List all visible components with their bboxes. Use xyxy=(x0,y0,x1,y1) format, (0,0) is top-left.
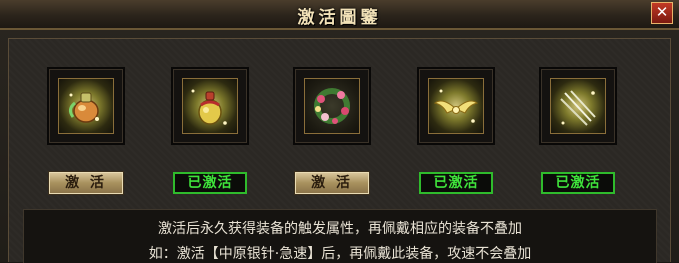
gold-flask-icon xyxy=(191,89,227,125)
item-frame xyxy=(550,78,606,134)
activate-button-1[interactable]: 激 活 xyxy=(49,172,123,194)
item-slot-3[interactable] xyxy=(293,67,371,145)
item-frame xyxy=(182,78,238,134)
activated-badge-2: 已激活 xyxy=(173,172,247,194)
description-box: 激活后永久获得装备的触发属性，再佩戴相应的装备不叠加 如：激活【中原银针·急速】… xyxy=(23,209,657,263)
window-title: 激活圖鑒 xyxy=(297,8,382,28)
potion-bottle-icon xyxy=(68,92,99,123)
codex-activation-window: 激活圖鑒 ✕ 激 活 已激活 激 活 已激活 已激活 激活后永久获得装备的触发属… xyxy=(0,0,679,263)
item-slot-1[interactable] xyxy=(47,67,125,145)
item-frame xyxy=(428,78,484,134)
flower-wreath-icon xyxy=(314,88,350,124)
description-line-2: 如：激活【中原银针·急速】后，再佩戴此装备，攻速不会叠加 xyxy=(148,246,532,262)
item-frame xyxy=(304,78,360,134)
activated-badge-5: 已激活 xyxy=(541,172,615,194)
activated-badge-4: 已激活 xyxy=(419,172,493,194)
title-bar: 激活圖鑒 ✕ xyxy=(0,0,679,30)
golden-wings-icon xyxy=(433,89,479,123)
item-slot-4[interactable] xyxy=(417,67,495,145)
silver-needles-icon xyxy=(560,90,596,126)
activate-button-3[interactable]: 激 活 xyxy=(295,172,369,194)
item-slot-2[interactable] xyxy=(171,67,249,145)
item-slot-5[interactable] xyxy=(539,67,617,145)
content-panel: 激 活 已激活 激 活 已激活 已激活 激活后永久获得装备的触发属性，再佩戴相应… xyxy=(8,38,671,263)
description-line-1: 激活后永久获得装备的触发属性，再佩戴相应的装备不叠加 xyxy=(158,221,522,237)
close-button[interactable]: ✕ xyxy=(651,2,673,24)
item-frame xyxy=(58,78,114,134)
